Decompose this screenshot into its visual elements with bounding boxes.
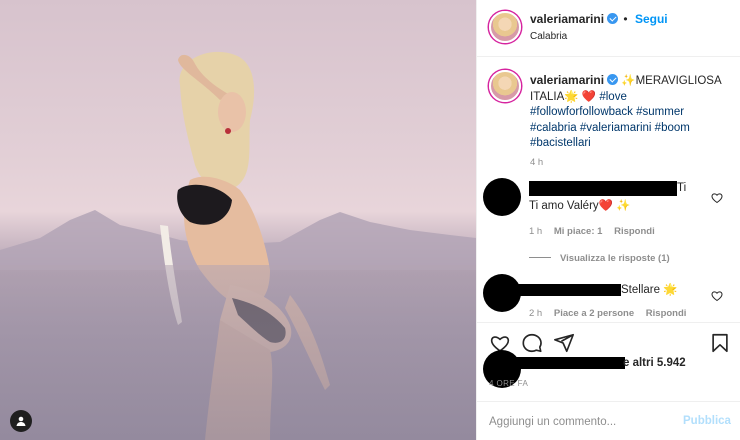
post-side-panel: valeriamarini • Segui Calabria valeriama… [476, 0, 740, 440]
redacted-liker [513, 357, 625, 369]
hashtag-link[interactable]: #boom [655, 122, 690, 134]
heart-icon[interactable] [711, 290, 723, 302]
post-photo[interactable] [0, 0, 476, 440]
redacted-avatar [483, 178, 521, 216]
comment-meta: 1 h Mi piace: 1 Rispondi [529, 226, 664, 237]
caption-text: valeriamarini ✨MERAVIGLIOSA ITALIA🌟 ❤️ #… [530, 73, 730, 152]
divider [529, 257, 551, 258]
comment-time: 2 h [529, 308, 543, 319]
reply-button[interactable]: Rispondi [646, 308, 687, 319]
publish-button[interactable]: Pubblica [683, 415, 731, 427]
view-replies-label: Visualizza le risposte (1) [560, 253, 670, 264]
comment-time: 1 h [529, 226, 543, 237]
follow-button[interactable]: Segui [635, 12, 668, 26]
hashtag-link[interactable]: #summer [636, 106, 684, 118]
comment-text: Ti [677, 182, 687, 194]
post-location[interactable]: Calabria [530, 31, 567, 42]
comment-input[interactable] [489, 412, 679, 432]
author-name-line: valeriamarini • Segui [530, 12, 668, 26]
author-avatar[interactable] [489, 11, 521, 43]
hashtag-link[interactable]: #calabria [530, 122, 577, 134]
hashtag-link[interactable]: #love [599, 91, 627, 103]
user-tag-button[interactable] [10, 410, 32, 432]
comment-text: Stellare 🌟 [621, 284, 678, 296]
redacted-username [529, 181, 677, 196]
caption-username[interactable]: valeriamarini [530, 73, 604, 87]
reply-button[interactable]: Rispondi [614, 226, 655, 237]
redacted-username [513, 284, 621, 296]
verified-icon [607, 74, 619, 85]
add-comment-bar: Pubblica [477, 401, 740, 440]
likes-count[interactable]: e altri 5.942 [623, 357, 686, 369]
comment-likes[interactable]: Mi piace: 1 [554, 226, 603, 237]
hashtag-link[interactable]: #followforfollowback [530, 106, 633, 118]
post-timestamp[interactable]: 4 ORE FA [489, 379, 528, 388]
caption-avatar[interactable] [489, 70, 521, 102]
likes-summary[interactable]: e altri 5.942 [477, 350, 740, 388]
view-replies-button[interactable]: Visualizza le risposte (1) [529, 253, 670, 264]
hashtag-link[interactable]: #bacistellari [530, 137, 591, 149]
user-tag-icon [16, 416, 26, 426]
heart-icon[interactable] [711, 192, 723, 204]
comment-text: Ti amo Valéry❤️ ✨ [529, 200, 631, 212]
water-surface [0, 265, 476, 440]
author-username[interactable]: valeriamarini [530, 12, 604, 26]
hashtag-link[interactable]: #valeriamarini [580, 122, 652, 134]
comment-meta: 2 h Piace a 2 persone Rispondi [529, 308, 695, 319]
post-header: valeriamarini • Segui Calabria [477, 0, 740, 57]
verified-icon [607, 13, 619, 24]
caption-time: 4 h [530, 157, 544, 168]
comment-likes[interactable]: Piace a 2 persone [554, 308, 634, 319]
